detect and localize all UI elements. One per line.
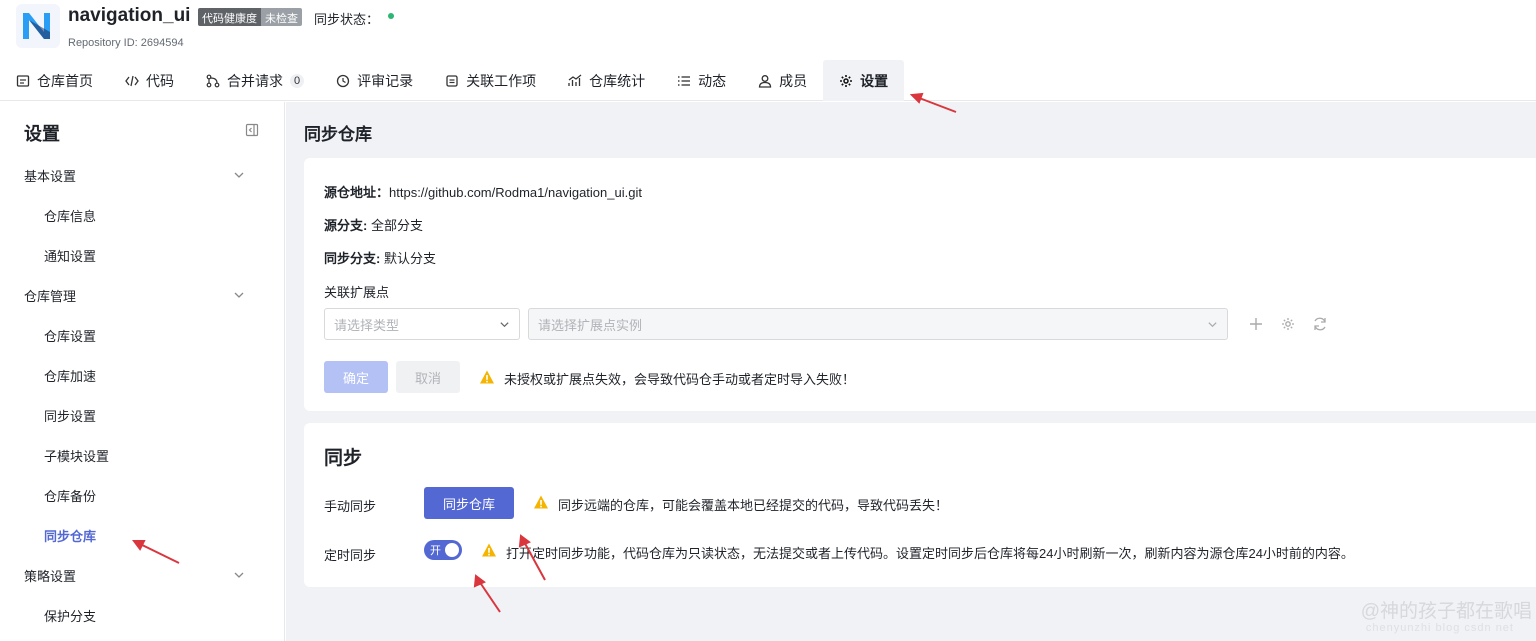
code-icon (125, 75, 139, 86)
manual-sync-warning: 同步远端的仓库，可能会覆盖本地已经提交的代码，导致代码丢失！ (558, 498, 949, 513)
timed-sync-label: 定时同步 (324, 548, 377, 563)
toggle-knob (445, 543, 459, 557)
chevron-down-icon (500, 321, 509, 327)
sidebar-item-repo-info[interactable]: 仓库信息 (44, 206, 96, 225)
repo-id: Repository ID: 2694594 (68, 37, 184, 49)
gear-icon (840, 74, 853, 87)
warning-icon (480, 370, 494, 384)
ext-instance-placeholder: 请选择扩展点实例 (538, 317, 643, 333)
main-content: 同步仓库 源仓地址：https://github.com/Rodma1/navi… (286, 102, 1536, 641)
tab-workitems[interactable]: 关联工作项 (429, 60, 552, 101)
chevron-down-icon (1208, 321, 1217, 327)
tab-label: 合并请求 (227, 72, 283, 89)
refresh-icon[interactable] (1312, 316, 1328, 332)
warning-icon (534, 495, 548, 509)
ext-type-placeholder: 请选择类型 (334, 317, 400, 333)
sync-status-dot (388, 13, 394, 19)
gear-icon[interactable] (1280, 316, 1296, 332)
repo-logo (16, 4, 60, 48)
merge-icon (206, 74, 220, 87)
sidebar-group-policy[interactable]: 策略设置 (24, 566, 76, 585)
sidebar-group-repo-manage[interactable]: 仓库管理 (24, 286, 76, 305)
source-url-row: 源仓地址：https://github.com/Rodma1/navigatio… (324, 182, 642, 201)
source-url-label: 源仓地址： (324, 185, 390, 200)
ext-point-label: 关联扩展点 (324, 285, 390, 300)
health-badge-value: 未检查 (261, 8, 302, 26)
sidebar-item-submodule[interactable]: 子模块设置 (44, 446, 109, 465)
chevron-down-icon[interactable] (233, 289, 245, 301)
sidebar-item-sync-settings[interactable]: 同步设置 (44, 406, 96, 425)
sidebar-group-basic[interactable]: 基本设置 (24, 166, 76, 185)
watermark: @神的孩子都在歌唱 (1360, 601, 1532, 622)
sync-source-card: 源仓地址：https://github.com/Rodma1/navigatio… (304, 158, 1536, 411)
sidebar-item-protect-branch[interactable]: 保护分支 (44, 606, 96, 625)
toggle-label: 开 (430, 545, 441, 557)
source-url-value: https://github.com/Rodma1/navigation_ui.… (389, 185, 642, 200)
workitem-icon (446, 74, 458, 87)
sync-repo-button[interactable]: 同步仓库 (424, 487, 514, 519)
ext-type-select[interactable]: 请选择类型 (324, 308, 520, 340)
tab-label: 关联工作项 (466, 72, 537, 89)
sync-card: 同步 手动同步 同步仓库 同步远端的仓库，可能会覆盖本地已经提交的代码，导致代码… (304, 423, 1536, 587)
add-icon[interactable] (1248, 316, 1264, 332)
sync-status-label: 同步状态： (314, 12, 380, 27)
ext-instance-select[interactable]: 请选择扩展点实例 (528, 308, 1228, 340)
settings-sidebar: 设置 基本设置 仓库信息 通知设置 仓库管理 仓库设置 仓库加速 同步设置 子模… (0, 102, 285, 641)
confirm-button[interactable]: 确定 (324, 361, 388, 393)
sync-section-title: 同步 (324, 448, 363, 469)
sidebar-item-repo-accel[interactable]: 仓库加速 (44, 366, 96, 385)
sync-branch-label: 同步分支: (324, 251, 381, 266)
repo-tabs: 仓库首页 代码 合并请求 0 评审记录 关联工作项 仓库统计 动态 成员 设置 (0, 60, 1536, 101)
tab-reviews[interactable]: 评审记录 (320, 60, 429, 101)
tab-label: 成员 (779, 72, 808, 89)
timed-sync-toggle[interactable]: 开 (424, 540, 462, 560)
stats-icon (568, 73, 582, 86)
tab-activity[interactable]: 动态 (661, 60, 742, 101)
source-branch-label: 源分支: (324, 218, 368, 233)
tab-home[interactable]: 仓库首页 (0, 60, 109, 101)
source-branch-row: 源分支: 全部分支 (324, 215, 423, 234)
file-home-icon (16, 74, 30, 87)
tab-label: 动态 (698, 72, 727, 89)
watermark-sub: chenyunzhi blog csdn net (1365, 622, 1514, 634)
timed-sync-warning: 打开定时同步功能，代码仓库为只读状态，无法提交或者上传代码。设置定时同步后仓库将… (506, 546, 1354, 561)
cancel-button[interactable]: 取消 (396, 361, 460, 393)
ext-warning-text: 未授权或扩展点失效，会导致代码仓手动或者定时导入失败！ (504, 372, 856, 387)
page-title: 同步仓库 (304, 125, 372, 144)
warning-icon (482, 543, 496, 557)
tab-label: 代码 (146, 72, 174, 89)
tab-label: 设置 (860, 72, 889, 89)
tab-stats[interactable]: 仓库统计 (552, 60, 661, 101)
health-badge-label: 代码健康度 (198, 8, 261, 26)
tab-label: 仓库统计 (589, 72, 646, 89)
activity-icon (678, 75, 691, 86)
merge-count-badge: 0 (290, 73, 305, 88)
health-badge[interactable]: 代码健康度 未检查 (198, 8, 302, 26)
tab-merge-requests[interactable]: 合并请求 0 (190, 60, 320, 101)
tab-code[interactable]: 代码 (109, 60, 190, 101)
repo-header: navigation_ui 代码健康度 未检查 同步状态： Repository… (0, 0, 1536, 60)
sync-branch-row: 同步分支: 默认分支 (324, 248, 436, 267)
tab-label: 仓库首页 (37, 72, 93, 89)
sidebar-item-repo-settings[interactable]: 仓库设置 (44, 326, 96, 345)
collapse-sidebar-icon[interactable] (245, 123, 259, 137)
chevron-down-icon[interactable] (233, 169, 245, 181)
tab-settings[interactable]: 设置 (823, 60, 905, 101)
tab-label: 评审记录 (357, 72, 414, 89)
review-icon (336, 74, 350, 87)
manual-sync-label: 手动同步 (324, 499, 377, 514)
sidebar-item-sync-repo[interactable]: 同步仓库 (44, 526, 96, 545)
source-branch-value: 全部分支 (370, 218, 423, 233)
repo-name[interactable]: navigation_ui (68, 5, 190, 27)
sidebar-item-notify[interactable]: 通知设置 (44, 246, 96, 265)
sidebar-title: 设置 (24, 124, 60, 144)
tab-members[interactable]: 成员 (742, 60, 823, 101)
chevron-down-icon[interactable] (233, 569, 245, 581)
sidebar-item-backup[interactable]: 仓库备份 (44, 486, 96, 505)
sync-branch-value: 默认分支 (383, 251, 436, 266)
member-icon (758, 74, 772, 88)
